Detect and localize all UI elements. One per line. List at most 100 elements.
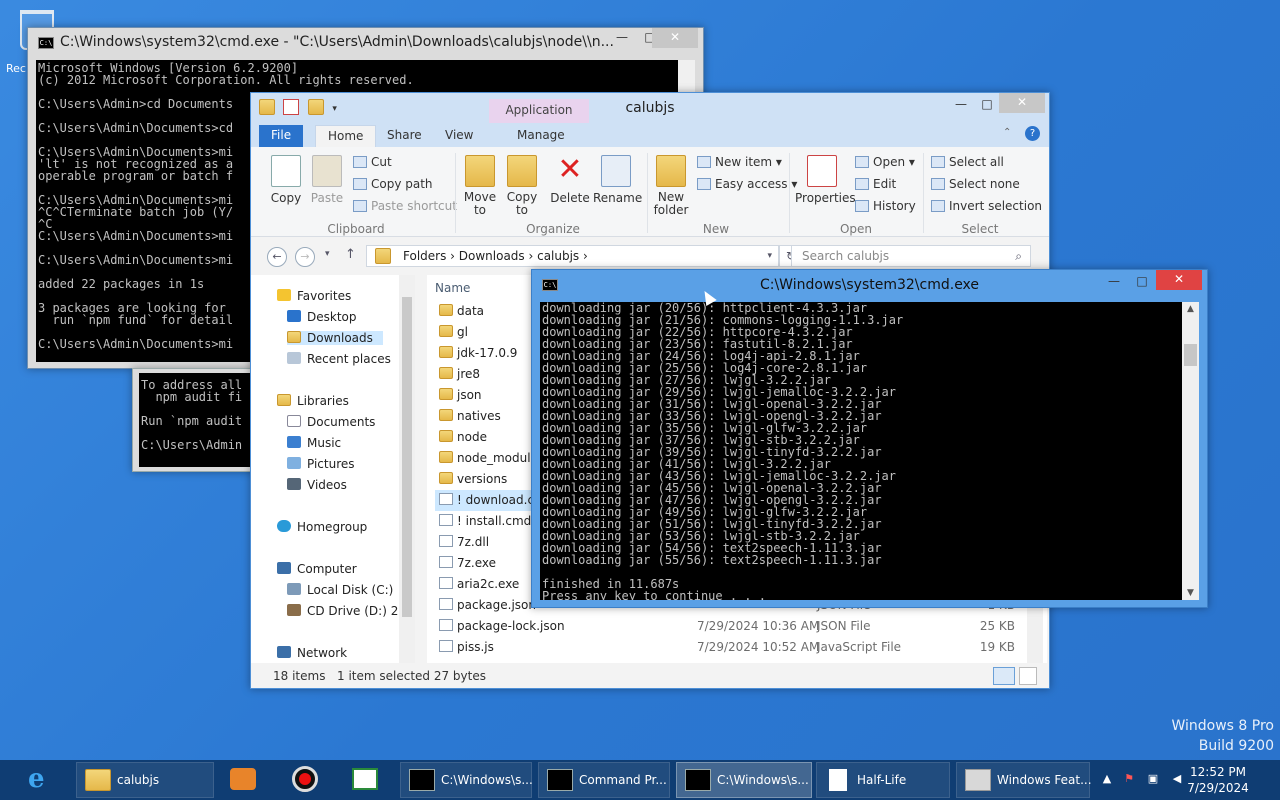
file-name: node (457, 430, 487, 444)
file-name: json (457, 388, 482, 402)
file-row[interactable]: package-lock.json 7/29/2024 10:36 AM JSON … (435, 616, 1035, 637)
tab-home[interactable]: Home (315, 125, 377, 147)
maximize-button[interactable]: □ (973, 95, 1001, 115)
scroll-up-icon[interactable]: ▲ (1182, 304, 1199, 314)
address-dropdown-icon[interactable]: ▾ (767, 246, 772, 266)
nav-computer[interactable]: Computer (277, 562, 357, 576)
easy-access-button[interactable]: Easy access ▾ (697, 177, 797, 191)
nav-desktop[interactable]: Desktop (287, 310, 357, 324)
nav-libraries[interactable]: Libraries (277, 394, 349, 408)
tab-share[interactable]: Share (375, 125, 434, 147)
cut-button[interactable]: Cut (353, 155, 392, 169)
libraries-icon (277, 394, 291, 406)
taskbar-app-button[interactable] (340, 762, 390, 798)
cmd-front-titlebar[interactable]: C:\ C:\Windows\system32\cmd.exe — □ ✕ (532, 270, 1207, 300)
nav-favorites[interactable]: Favorites (277, 289, 351, 303)
details-view-icon[interactable] (993, 667, 1015, 685)
recent-locations-icon[interactable]: ▾ (325, 249, 330, 259)
minimize-button[interactable]: — (608, 28, 636, 48)
search-input[interactable]: Search calubjs ⌕ (791, 245, 1031, 267)
edit-button[interactable]: Edit (855, 177, 896, 191)
nav-documents[interactable]: Documents (287, 415, 375, 429)
rename-button[interactable]: Rename (593, 155, 642, 205)
cmd-icon (547, 769, 573, 791)
close-button[interactable]: ✕ (1156, 270, 1202, 290)
select-none-button[interactable]: Select none (931, 177, 1020, 191)
taskbar-explorer-button[interactable]: calubjs (76, 762, 214, 798)
select-all-icon (931, 156, 945, 168)
file-row[interactable]: piss.js 7/29/2024 10:52 AM JavaScript File… (435, 637, 1035, 658)
history-button[interactable]: History (855, 199, 916, 213)
copy-icon (271, 155, 301, 187)
explorer-titlebar[interactable]: ▾ Application Tools calubjs — □ ✕ (251, 93, 1049, 139)
nav-pictures[interactable]: Pictures (287, 457, 355, 471)
nav-videos[interactable]: Videos (287, 478, 347, 492)
media-player-icon (230, 768, 256, 790)
column-header-name[interactable]: Name (435, 281, 470, 295)
file-icon (439, 556, 453, 568)
taskbar-media-button[interactable] (218, 762, 268, 798)
nav-music[interactable]: Music (287, 436, 341, 450)
taskbar-ie-button[interactable]: e (6, 762, 72, 798)
file-size: 19 KB (979, 640, 1015, 654)
cmd-front-scrollbar[interactable]: ▲ ▼ (1182, 302, 1199, 600)
paste-button[interactable]: Paste (309, 155, 345, 205)
network-icon[interactable]: ▣ (1146, 772, 1160, 786)
up-button[interactable]: ↑ (345, 247, 356, 262)
file-icon (439, 640, 453, 652)
taskbar-halflife[interactable]: Half-Life (816, 762, 950, 798)
invert-selection-button[interactable]: Invert selection (931, 199, 1042, 213)
large-icons-view-icon[interactable] (1019, 667, 1037, 685)
taskbar-record-button[interactable] (282, 762, 332, 798)
action-center-icon[interactable]: ⚑ (1122, 772, 1136, 786)
new-folder-button[interactable]: New folder (651, 155, 691, 217)
help-icon[interactable]: ? (1025, 126, 1040, 141)
taskbar-cmd-2[interactable]: Command Pr... (538, 762, 670, 798)
nav-local-disk[interactable]: Local Disk (C:) (287, 583, 393, 597)
copy-to-button[interactable]: Copy to (503, 155, 541, 217)
select-all-button[interactable]: Select all (931, 155, 1004, 169)
file-icon (439, 598, 453, 610)
desktop-icon (287, 310, 301, 322)
paste-shortcut-button[interactable]: Paste shortcut (353, 199, 457, 213)
scissors-icon (353, 156, 367, 168)
taskbar-windows-features[interactable]: Windows Feat... (956, 762, 1092, 798)
forward-button[interactable]: → (295, 247, 315, 267)
new-item-icon (697, 156, 711, 168)
new-item-button[interactable]: New item ▾ (697, 155, 782, 169)
breadcrumb[interactable]: Folders › Downloads › calubjs › (403, 249, 588, 263)
tab-manage[interactable]: Manage (505, 125, 577, 147)
delete-button[interactable]: ✕ Delete (549, 155, 591, 206)
open-button[interactable]: Open ▾ (855, 155, 915, 169)
clock[interactable]: 12:52 PM 7/29/2024 (1178, 764, 1258, 796)
close-button[interactable]: ✕ (652, 28, 698, 48)
nav-network[interactable]: Network (277, 646, 347, 660)
show-hidden-icons-icon[interactable]: ▲ (1100, 772, 1114, 786)
cmd-back-titlebar[interactable]: C:\ C:\Windows\system32\cmd.exe - "C:\Us… (28, 28, 703, 58)
minimize-button[interactable]: — (947, 95, 975, 115)
copy-path-button[interactable]: Copy path (353, 177, 433, 191)
taskbar-cmd-1[interactable]: C:\Windows\s... (400, 762, 533, 798)
taskbar-cmd-3[interactable]: C:\Windows\s... (676, 762, 812, 798)
close-button[interactable]: ✕ (999, 93, 1045, 113)
minimize-button[interactable]: — (1100, 272, 1128, 292)
nav-cd-drive[interactable]: CD Drive (D:) 201 (287, 604, 414, 618)
copy-button[interactable]: Copy (267, 155, 305, 205)
address-input[interactable]: Folders › Downloads › calubjs › ▾ (366, 245, 779, 267)
move-to-icon (465, 155, 495, 187)
cmd-front-console[interactable]: downloading jar (20/56): httpclient-4.3.… (540, 302, 1184, 600)
back-button[interactable]: ← (267, 247, 287, 267)
tab-view[interactable]: View (433, 125, 485, 147)
maximize-button[interactable]: □ (1128, 272, 1156, 292)
file-name: aria2c.exe (457, 577, 520, 591)
cmd-window-front[interactable]: C:\ C:\Windows\system32\cmd.exe — □ ✕ do… (531, 269, 1208, 608)
scroll-down-icon[interactable]: ▼ (1182, 588, 1199, 598)
collapse-ribbon-icon[interactable]: ⌃ (1003, 127, 1011, 138)
nav-homegroup[interactable]: Homegroup (277, 520, 367, 534)
move-to-button[interactable]: Move to (461, 155, 499, 217)
nav-downloads[interactable]: Downloads (287, 331, 383, 345)
nav-recent-places[interactable]: Recent places (287, 352, 391, 366)
nav-pane-scrollbar[interactable] (399, 275, 415, 663)
properties-button[interactable]: Properties (795, 155, 856, 205)
tab-file[interactable]: File (259, 125, 304, 147)
